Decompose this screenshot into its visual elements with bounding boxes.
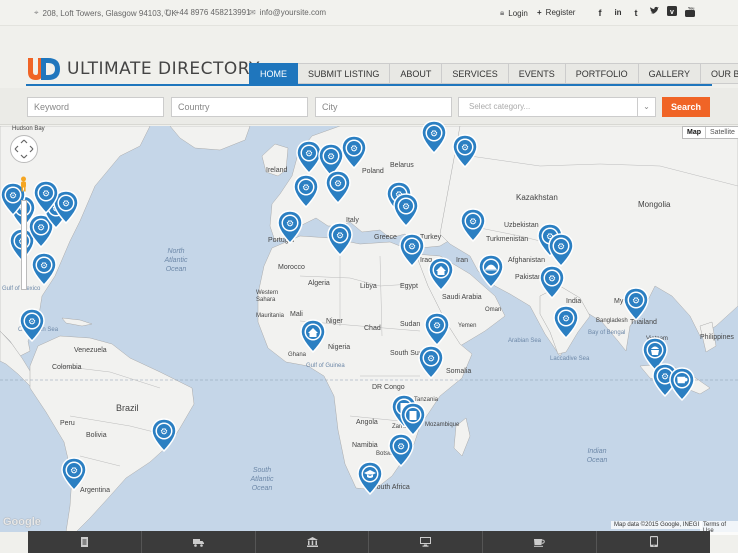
- svg-text:⚙: ⚙: [334, 180, 342, 190]
- map-type-toggle: Map Satellite: [682, 126, 738, 139]
- svg-text:⚙: ⚙: [62, 200, 70, 210]
- map-marker-house[interactable]: [428, 257, 454, 291]
- map-pan-control[interactable]: [10, 135, 38, 163]
- svg-text:⚙: ⚙: [461, 144, 469, 154]
- map-marker[interactable]: ⚙: [548, 233, 574, 267]
- map-type-map[interactable]: Map: [683, 127, 705, 138]
- svg-text:⚙: ⚙: [40, 262, 48, 272]
- zoom-slider[interactable]: [21, 200, 27, 290]
- map-type-satellite[interactable]: Satellite: [705, 127, 738, 138]
- tablet-icon: [649, 536, 658, 547]
- document-icon: [80, 537, 88, 547]
- svg-text:⚙: ⚙: [42, 190, 50, 200]
- svg-text:⚙: ⚙: [430, 130, 438, 140]
- map-marker-house[interactable]: [300, 319, 326, 353]
- google-logo: Google: [3, 516, 41, 528]
- map-marker[interactable]: ⚙: [460, 208, 486, 242]
- map-attribution: Map data ©2015 Google, INEGI: [611, 521, 703, 529]
- map-marker[interactable]: ⚙: [19, 308, 45, 342]
- map-marker[interactable]: ⚙: [421, 120, 447, 154]
- svg-text:⚙: ⚙: [661, 373, 669, 383]
- svg-text:⚙: ⚙: [469, 218, 477, 228]
- category-transport[interactable]: [142, 531, 256, 553]
- category-cafe[interactable]: [483, 531, 598, 553]
- svg-text:⚙: ⚙: [562, 315, 570, 325]
- map-marker[interactable]: ⚙: [293, 174, 319, 208]
- category-bank[interactable]: [256, 531, 370, 553]
- pan-arrows-icon: [14, 139, 34, 159]
- pegman-icon[interactable]: [18, 176, 29, 192]
- category-bar: [28, 531, 710, 553]
- map-marker[interactable]: ⚙: [623, 287, 649, 321]
- svg-text:⚙: ⚙: [557, 243, 565, 253]
- map-marker[interactable]: ⚙: [393, 193, 419, 227]
- map-marker[interactable]: ⚙: [341, 135, 367, 169]
- map-marker[interactable]: ⚙: [33, 180, 59, 214]
- svg-text:⚙: ⚙: [28, 318, 36, 328]
- map-marker[interactable]: ⚙: [327, 222, 353, 256]
- svg-text:⚙: ⚙: [397, 443, 405, 453]
- category-computers[interactable]: [369, 531, 484, 553]
- bank-icon: [306, 537, 318, 547]
- cup-icon: [534, 539, 545, 547]
- category-mobile[interactable]: [597, 531, 710, 553]
- svg-text:⚙: ⚙: [160, 428, 168, 438]
- map-marker[interactable]: ⚙: [399, 233, 425, 267]
- svg-text:⚙: ⚙: [305, 150, 313, 160]
- svg-text:⚙: ⚙: [350, 145, 358, 155]
- map-markers: ⚙ ⚙ ⚙ ⚙ ⚙ ⚙ ⚙ ⚙ ⚙ ⚙ ⚙ ⚙ ⚙ ⚙ ⚙ ⚙ ⚙ ⚙ ⚙ ⚙ …: [0, 0, 738, 553]
- svg-text:⚙: ⚙: [427, 355, 435, 365]
- map-marker[interactable]: ⚙: [452, 134, 478, 168]
- svg-text:⚙: ⚙: [632, 297, 640, 307]
- map-marker[interactable]: ⚙: [388, 433, 414, 467]
- svg-text:⚙: ⚙: [327, 153, 335, 163]
- svg-text:⚙: ⚙: [302, 184, 310, 194]
- map-marker[interactable]: ⚙: [325, 170, 351, 204]
- map-marker-graduation[interactable]: [357, 461, 383, 495]
- map-marker-cup[interactable]: [669, 367, 695, 401]
- svg-text:⚙: ⚙: [402, 203, 410, 213]
- map-marker[interactable]: ⚙: [61, 457, 87, 491]
- map-marker[interactable]: ⚙: [277, 210, 303, 244]
- svg-text:⚙: ⚙: [408, 243, 416, 253]
- map-marker-dish[interactable]: [478, 254, 504, 288]
- truck-icon: [192, 539, 204, 547]
- svg-text:⚙: ⚙: [548, 275, 556, 285]
- map-marker[interactable]: ⚙: [553, 305, 579, 339]
- svg-text:⚙: ⚙: [336, 232, 344, 242]
- map-marker[interactable]: ⚙: [151, 418, 177, 452]
- svg-text:⚙: ⚙: [70, 467, 78, 477]
- map-marker[interactable]: ⚙: [424, 312, 450, 346]
- map-marker[interactable]: ⚙: [418, 345, 444, 379]
- map-marker[interactable]: ⚙: [539, 265, 565, 299]
- map-marker-building[interactable]: [400, 402, 426, 436]
- monitor-icon: [420, 537, 432, 547]
- svg-text:⚙: ⚙: [286, 220, 294, 230]
- svg-text:⚙: ⚙: [433, 322, 441, 332]
- svg-text:⚙: ⚙: [9, 192, 17, 202]
- category-documents[interactable]: [28, 531, 142, 553]
